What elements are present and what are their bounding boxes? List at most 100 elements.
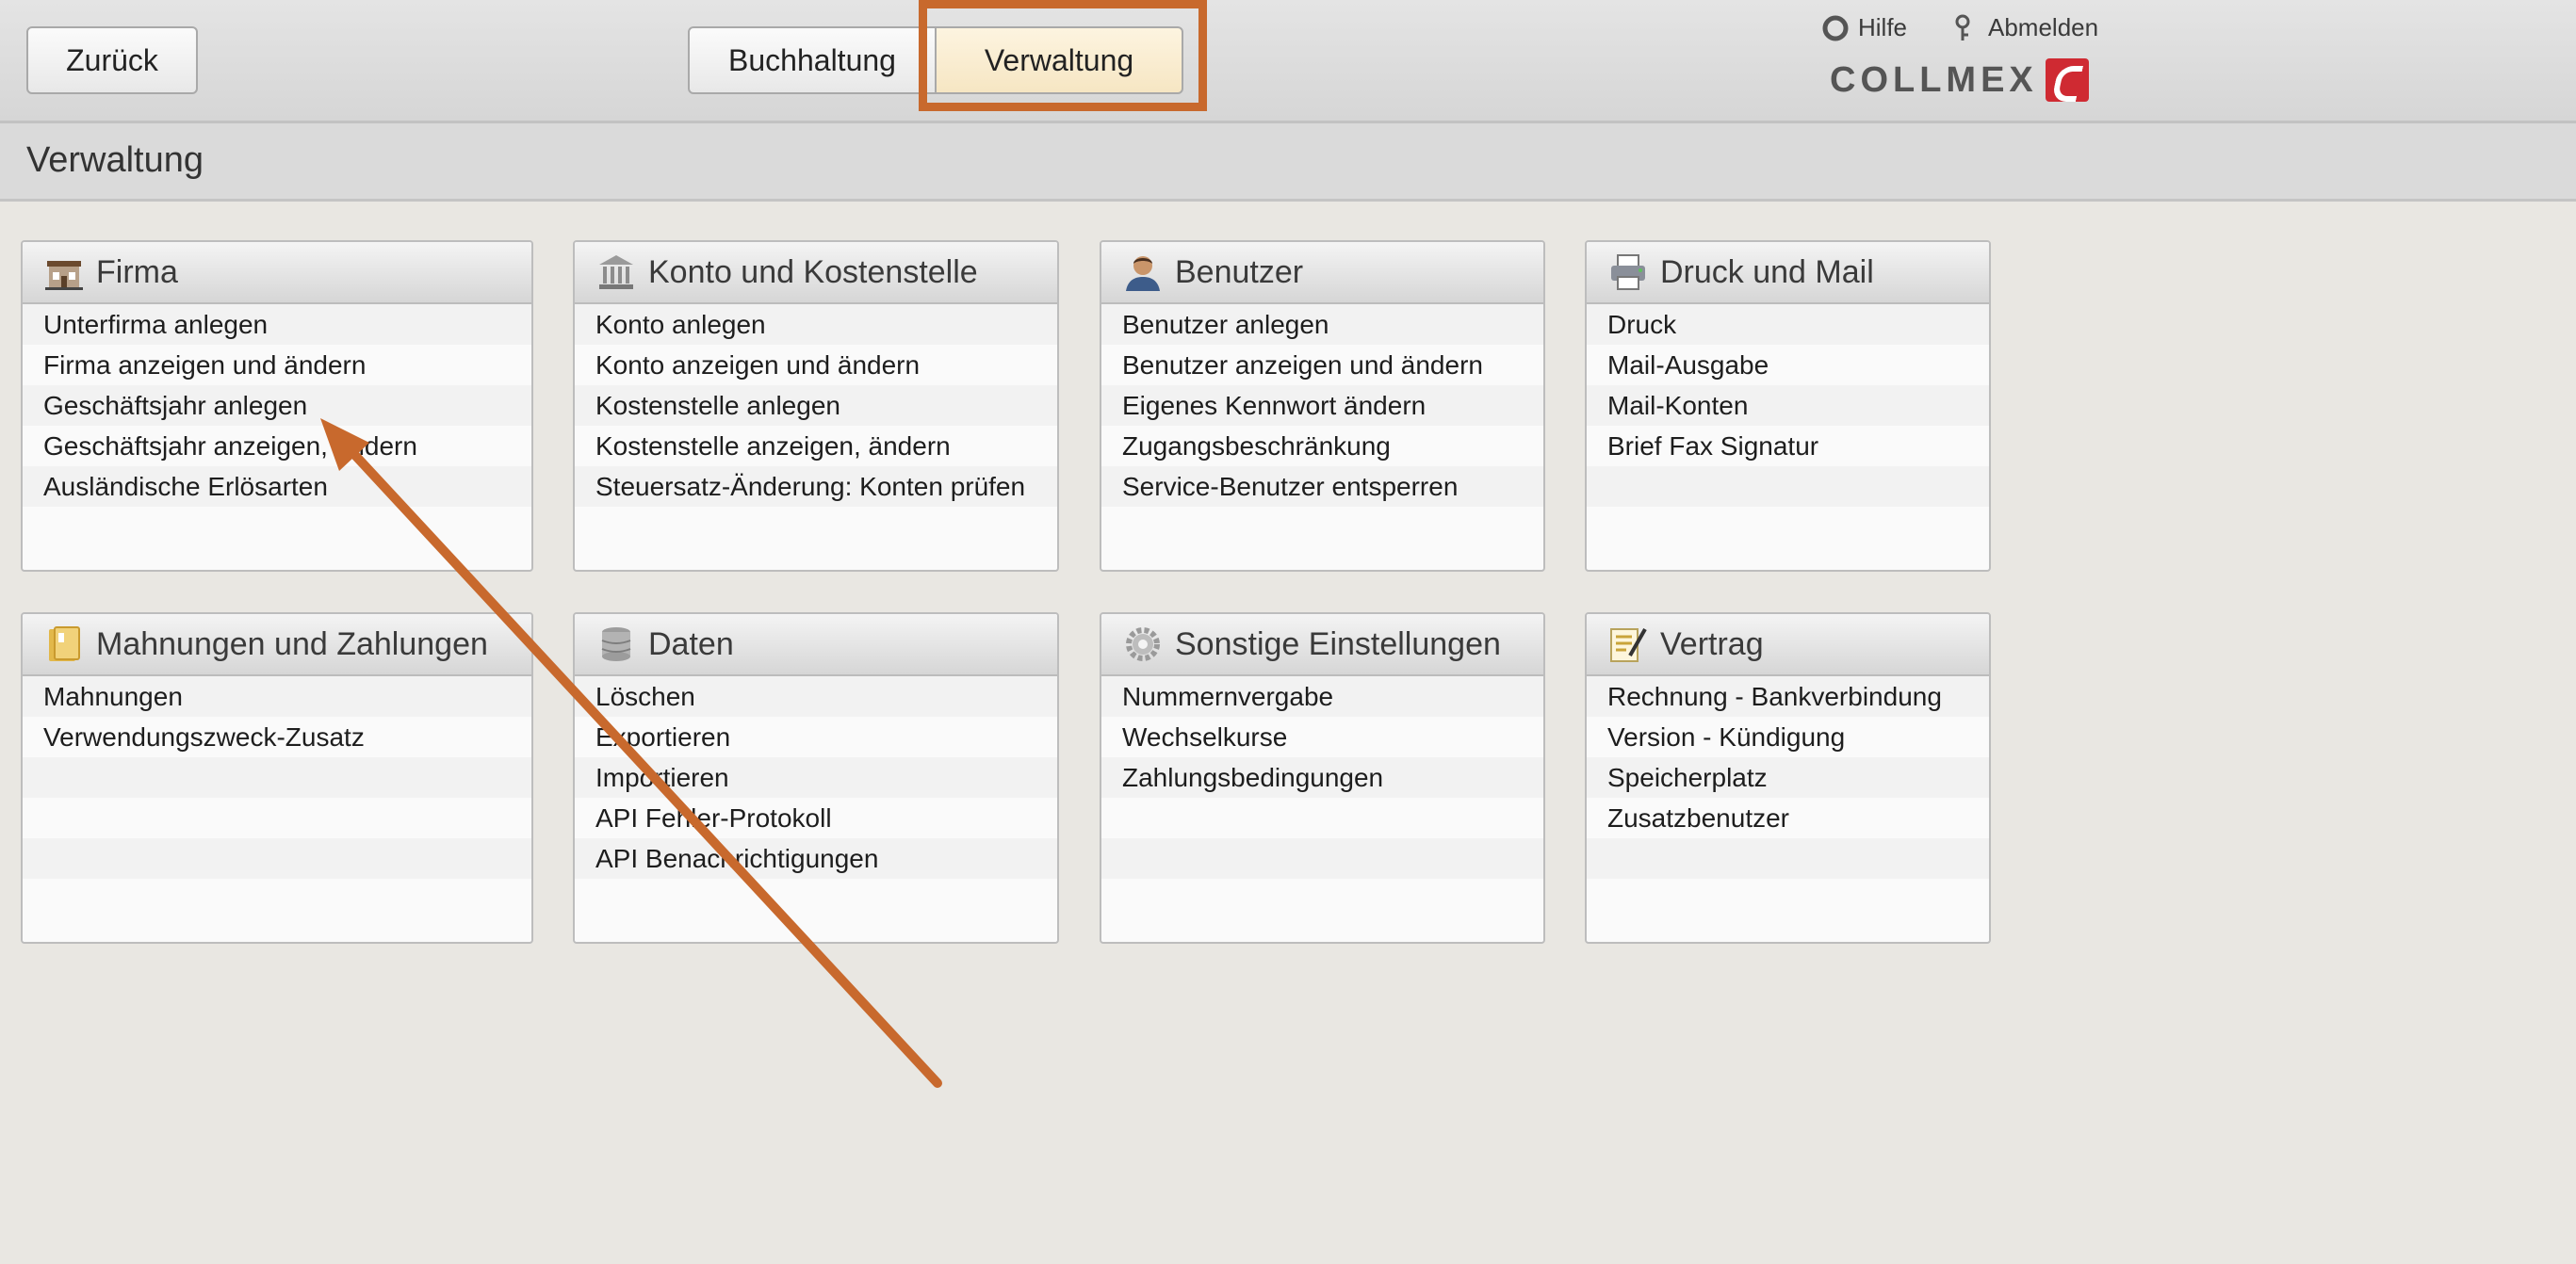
menu-item-nummernvergabe[interactable]: Nummernvergabe — [1101, 676, 1543, 717]
panel-list: Nummernvergabe Wechselkurse Zahlungsbedi… — [1101, 676, 1543, 919]
logout-label: Abmelden — [1988, 13, 2099, 41]
help-label: Hilfe — [1858, 13, 1908, 41]
panel-list: Mahnungen Verwendungszweck-Zusatz — [23, 676, 531, 919]
menu-item-kennwort-aendern[interactable]: Eigenes Kennwort ändern — [1101, 385, 1543, 426]
menu-item-wechselkurse[interactable]: Wechselkurse — [1101, 717, 1543, 757]
page-title: Verwaltung — [26, 140, 204, 180]
top-bar: Zurück Buchhaltung Verwaltung Hilfe Abme… — [0, 0, 2576, 123]
empty-row — [1587, 879, 1989, 919]
collmex-logo: COLLMEX — [1830, 58, 2089, 102]
menu-item-druck[interactable]: Druck — [1587, 304, 1989, 345]
panel-list: Löschen Exportieren Importieren API Fehl… — [575, 676, 1057, 919]
menu-item-kostenstelle-anlegen[interactable]: Kostenstelle anlegen — [575, 385, 1057, 426]
menu-item-verwendungszweck-zusatz[interactable]: Verwendungszweck-Zusatz — [23, 717, 531, 757]
empty-row — [1101, 838, 1543, 879]
menu-item-konto-anzeigen[interactable]: Konto anzeigen und ändern — [575, 345, 1057, 385]
menu-item-geschaeftsjahr-anzeigen[interactable]: Geschäftsjahr anzeigen, ändern — [23, 426, 531, 466]
panel-title: Mahnungen und Zahlungen — [96, 625, 488, 662]
panel-list: Unterfirma anlegen Firma anzeigen und än… — [23, 304, 531, 547]
back-button[interactable]: Zurück — [26, 26, 198, 94]
panel-vertrag: Vertrag Rechnung - Bankverbindung Versio… — [1585, 612, 1991, 944]
empty-row — [575, 879, 1057, 919]
panel-daten: Daten Löschen Exportieren Importieren AP… — [573, 612, 1059, 944]
panel-title: Benutzer — [1175, 253, 1304, 290]
empty-row — [1587, 507, 1989, 547]
panel-title: Sonstige Einstellungen — [1175, 625, 1501, 662]
panel-title: Vertrag — [1660, 625, 1764, 662]
empty-row — [23, 507, 531, 547]
panel-header: Daten — [575, 614, 1057, 676]
key-icon — [1955, 14, 1970, 41]
contract-icon — [1610, 628, 1647, 662]
empty-row — [1587, 838, 1989, 879]
panel-header: Konto und Kostenstelle — [575, 242, 1057, 304]
tab-verwaltung[interactable]: Verwaltung — [935, 26, 1183, 94]
empty-row — [23, 757, 531, 798]
menu-item-service-benutzer-entsperren[interactable]: Service-Benutzer entsperren — [1101, 466, 1543, 507]
panel-list: Druck Mail-Ausgabe Mail-Konten Brief Fax… — [1587, 304, 1989, 547]
logo-mark-icon — [2045, 58, 2089, 102]
menu-item-api-benachrichtigungen[interactable]: API Benachrichtigungen — [575, 838, 1057, 879]
menu-item-konto-anlegen[interactable]: Konto anlegen — [575, 304, 1057, 345]
menu-item-firma-anzeigen[interactable]: Firma anzeigen und ändern — [23, 345, 531, 385]
panel-header: Druck und Mail — [1587, 242, 1989, 304]
menu-item-auslaendische-erloesarten[interactable]: Ausländische Erlösarten — [23, 466, 531, 507]
menu-item-benutzer-anzeigen[interactable]: Benutzer anzeigen und ändern — [1101, 345, 1543, 385]
menu-item-mahnungen[interactable]: Mahnungen — [23, 676, 531, 717]
empty-row — [1101, 507, 1543, 547]
panel-header: Firma — [23, 242, 531, 304]
panel-header: Sonstige Einstellungen — [1101, 614, 1543, 676]
panel-title: Firma — [96, 253, 178, 290]
logo-text: COLLMEX — [1830, 59, 2038, 100]
help-link[interactable]: Hilfe — [1822, 13, 1907, 42]
empty-row — [1101, 879, 1543, 919]
logout-link[interactable]: Abmelden — [1954, 13, 2098, 42]
panel-mahnungen-zahlungen: Mahnungen und Zahlungen Mahnungen Verwen… — [21, 612, 533, 944]
database-icon — [601, 627, 631, 661]
panel-list: Rechnung - Bankverbindung Version - Künd… — [1587, 676, 1989, 919]
user-icon — [1126, 256, 1160, 291]
help-lifebuoy-icon — [1822, 15, 1849, 41]
page-title-bar: Verwaltung — [0, 123, 2576, 202]
menu-item-brief-fax-signatur[interactable]: Brief Fax Signatur — [1587, 426, 1989, 466]
menu-item-geschaeftsjahr-anlegen[interactable]: Geschäftsjahr anlegen — [23, 385, 531, 426]
menu-item-zusatzbenutzer[interactable]: Zusatzbenutzer — [1587, 798, 1989, 838]
menu-item-steuersatz-aenderung[interactable]: Steuersatz-Änderung: Konten prüfen — [575, 466, 1057, 507]
bank-icon — [599, 255, 633, 289]
menu-item-loeschen[interactable]: Löschen — [575, 676, 1057, 717]
menu-item-mail-konten[interactable]: Mail-Konten — [1587, 385, 1989, 426]
menu-item-version-kuendigung[interactable]: Version - Kündigung — [1587, 717, 1989, 757]
menu-item-zugangsbeschraenkung[interactable]: Zugangsbeschränkung — [1101, 426, 1543, 466]
menu-item-kostenstelle-anzeigen[interactable]: Kostenstelle anzeigen, ändern — [575, 426, 1057, 466]
gear-icon — [1126, 627, 1160, 661]
menu-item-api-fehler-protokoll[interactable]: API Fehler-Protokoll — [575, 798, 1057, 838]
menu-item-mail-ausgabe[interactable]: Mail-Ausgabe — [1587, 345, 1989, 385]
panel-druck-mail: Druck und Mail Druck Mail-Ausgabe Mail-K… — [1585, 240, 1991, 572]
empty-row — [1101, 798, 1543, 838]
panel-benutzer: Benutzer Benutzer anlegen Benutzer anzei… — [1100, 240, 1545, 572]
building-icon — [45, 261, 83, 290]
folder-icon — [49, 626, 80, 661]
menu-item-speicherplatz[interactable]: Speicherplatz — [1587, 757, 1989, 798]
menu-item-zahlungsbedingungen[interactable]: Zahlungsbedingungen — [1101, 757, 1543, 798]
menu-item-importieren[interactable]: Importieren — [575, 757, 1057, 798]
panel-konto-kostenstelle: Konto und Kostenstelle Konto anlegen Kon… — [573, 240, 1059, 572]
panel-title: Druck und Mail — [1660, 253, 1874, 290]
empty-row — [23, 879, 531, 919]
empty-row — [1587, 466, 1989, 507]
panel-list: Konto anlegen Konto anzeigen und ändern … — [575, 304, 1057, 547]
menu-item-benutzer-anlegen[interactable]: Benutzer anlegen — [1101, 304, 1543, 345]
menu-item-rechnung-bankverbindung[interactable]: Rechnung - Bankverbindung — [1587, 676, 1989, 717]
panel-firma: Firma Unterfirma anlegen Firma anzeigen … — [21, 240, 533, 572]
printer-icon — [1611, 254, 1645, 290]
panel-list: Benutzer anlegen Benutzer anzeigen und ä… — [1101, 304, 1543, 547]
empty-row — [23, 838, 531, 879]
empty-row — [575, 507, 1057, 547]
menu-item-exportieren[interactable]: Exportieren — [575, 717, 1057, 757]
panel-title: Daten — [648, 625, 734, 662]
empty-row — [23, 798, 531, 838]
menu-item-unterfirma-anlegen[interactable]: Unterfirma anlegen — [23, 304, 531, 345]
tab-buchhaltung[interactable]: Buchhaltung — [688, 26, 937, 94]
panel-header: Vertrag — [1587, 614, 1989, 676]
panel-sonstige-einstellungen: Sonstige Einstellungen Nummernvergabe We… — [1100, 612, 1545, 944]
